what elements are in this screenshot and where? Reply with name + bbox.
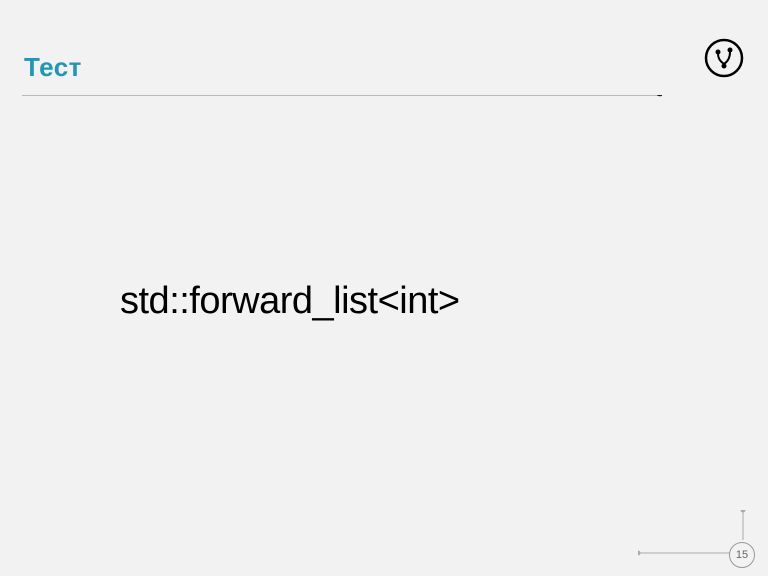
page-number-badge: 15	[729, 542, 755, 568]
main-content-text: std::forward_list<int>	[120, 280, 460, 323]
header-underline	[22, 95, 662, 97]
page-number-value: 15	[736, 549, 748, 561]
slide-title: Тест	[24, 52, 82, 83]
git-branch-icon	[704, 38, 744, 78]
